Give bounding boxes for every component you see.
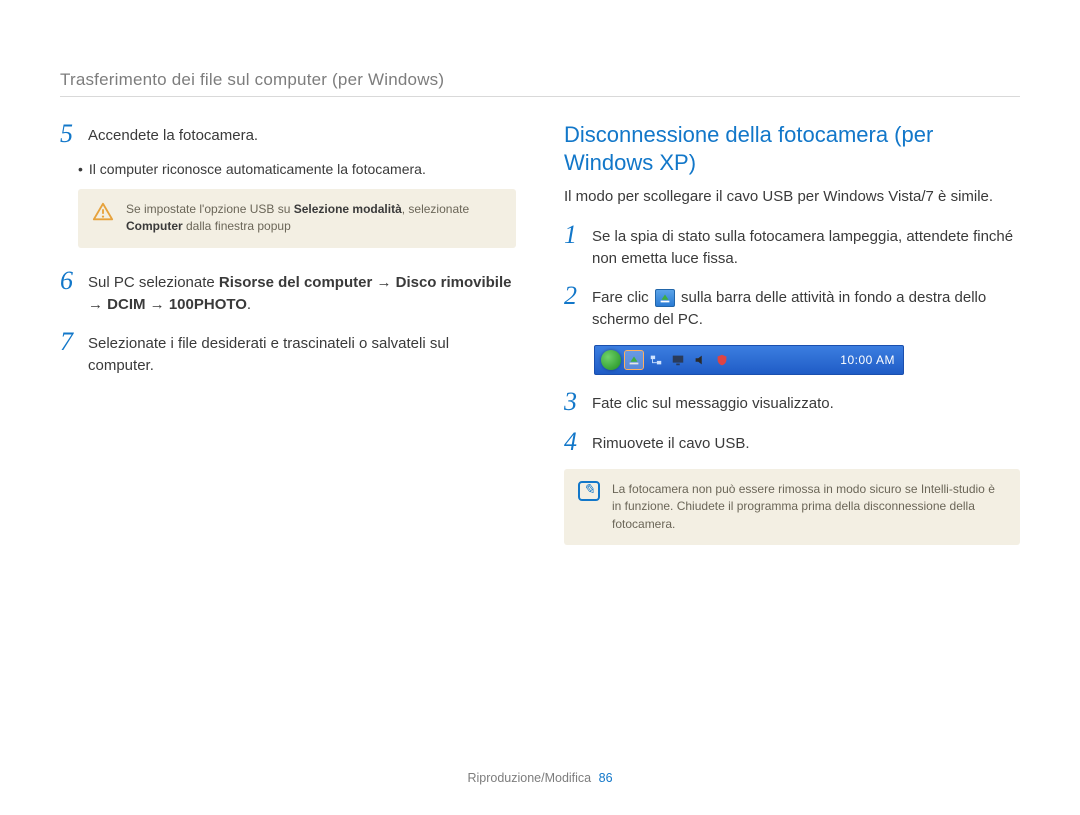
warning-note: Se impostate l'opzione USB su Selezione … [78,189,516,248]
right-column: Disconnessione della fotocamera (per Win… [564,121,1020,565]
step-body: Se la spia di stato sulla fotocamera lam… [592,222,1020,270]
step-number: 1 [564,222,582,270]
step-body: Accendete la fotocamera. [88,121,516,147]
step-7: 7 Selezionate i file desiderati e trasci… [60,329,516,377]
step-5-bullet: • Il computer riconosce automaticamente … [78,161,516,177]
step6-post: . [247,296,251,313]
step-3: 3 Fate clic sul messaggio visualizzato. [564,389,1020,415]
step-body: Rimuovete il cavo USB. [592,429,1020,455]
page-footer: Riproduzione/Modifica 86 [0,771,1080,785]
info-note: ✎ La fotocamera non può essere rimossa i… [564,469,1020,545]
step-number: 6 [60,268,78,316]
warning-text-mid: , selezionate [402,202,469,216]
step-body: Sul PC selezionate Risorse del computer … [88,268,516,316]
step-6: 6 Sul PC selezionate Risorse del compute… [60,268,516,316]
two-column-layout: 5 Accendete la fotocamera. • Il computer… [60,121,1020,565]
step-5: 5 Accendete la fotocamera. [60,121,516,147]
step-body: Fare clic sulla barra delle attività in … [592,283,1020,331]
step6-pre: Sul PC selezionate [88,274,219,291]
tray-network-icon [647,351,665,369]
info-note-text: La fotocamera non può essere rimossa in … [612,481,1006,533]
info-note-icon: ✎ [578,481,600,501]
left-column: 5 Accendete la fotocamera. • Il computer… [60,121,516,565]
tray-monitor-icon [669,351,687,369]
start-button-icon [601,350,621,370]
step-number: 4 [564,429,582,455]
warning-text-bold2: Computer [126,219,183,233]
step2-pre: Fare clic [592,289,653,306]
step-4: 4 Rimuovete il cavo USB. [564,429,1020,455]
tray-safely-remove-icon [625,351,643,369]
step-number: 5 [60,121,78,147]
warning-text-post: dalla finestra popup [183,219,291,233]
step-body: Fate clic sul messaggio visualizzato. [592,389,1020,415]
footer-section: Riproduzione/Modifica [467,771,591,785]
manual-page: Trasferimento dei file sul computer (per… [0,0,1080,815]
intro-paragraph: Il modo per scollegare il cavo USB per W… [564,186,1020,208]
step-number: 7 [60,329,78,377]
warning-text-bold1: Selezione modalità [294,202,402,216]
step-2: 2 Fare clic sulla barra delle attività i… [564,283,1020,331]
warning-text-pre: Se impostate l'opzione USB su [126,202,294,216]
step-1: 1 Se la spia di stato sulla fotocamera l… [564,222,1020,270]
step-number: 2 [564,283,582,331]
taskbar-clock: 10:00 AM [840,353,895,367]
tray-shield-icon [713,351,731,369]
safely-remove-hardware-icon [655,289,675,307]
windows-xp-taskbar: 10:00 AM [594,345,904,375]
page-header: Trasferimento dei file sul computer (per… [60,70,1020,97]
tray-volume-icon [691,351,709,369]
warning-triangle-icon [92,201,114,223]
step-number: 3 [564,389,582,415]
bullet-dot: • [78,161,83,177]
step-body: Selezionate i file desiderati e trascina… [88,329,516,377]
warning-text: Se impostate l'opzione USB su Selezione … [126,201,502,236]
footer-page-number: 86 [599,771,613,785]
bullet-text: Il computer riconosce automaticamente la… [89,161,426,177]
section-title: Disconnessione della fotocamera (per Win… [564,121,1020,176]
